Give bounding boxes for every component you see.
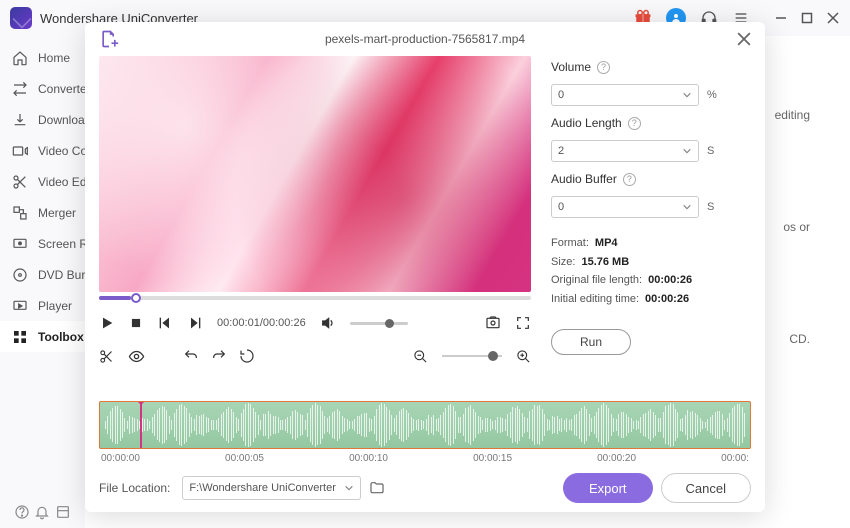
compress-icon: [12, 143, 28, 159]
modal-close-button[interactable]: [737, 32, 751, 46]
sidebar-item-converter[interactable]: Converter: [0, 73, 85, 104]
audio-buffer-label: Audio Buffer?: [551, 172, 751, 186]
sidebar-item-label: Merger: [38, 206, 76, 220]
export-button[interactable]: Export: [563, 473, 653, 503]
sidebar-item-toolbox[interactable]: Toolbox: [0, 321, 85, 352]
sidebar-item-label: Video Editor: [38, 175, 85, 189]
player-controls: 00:00:01/00:00:26: [99, 310, 531, 336]
zoom-out-button[interactable]: [413, 349, 428, 364]
modal-filename: pexels-mart-production-7565817.mp4: [325, 32, 525, 46]
video-preview[interactable]: [99, 56, 531, 292]
help-icon[interactable]: ?: [623, 173, 636, 186]
sidebar-item-label: Home: [38, 51, 70, 65]
scissors-icon: [12, 174, 28, 190]
sidebar-item-label: Converter: [38, 82, 85, 96]
sidebar-item-label: DVD Burner: [38, 268, 85, 282]
sidebar-item-home[interactable]: Home: [0, 42, 85, 73]
sidebar-item-label: Player: [38, 299, 72, 313]
volume-unit: %: [707, 89, 717, 101]
editor-modal: pexels-mart-production-7565817.mp4 00:00…: [85, 22, 765, 512]
zoom-slider[interactable]: [442, 355, 502, 357]
volume-label: Volume?: [551, 60, 751, 74]
file-location-label: File Location:: [99, 481, 170, 495]
volume-icon[interactable]: [320, 315, 336, 331]
reset-button[interactable]: [239, 348, 255, 364]
merge-icon: [12, 205, 28, 221]
record-icon: [12, 236, 28, 252]
help-icon[interactable]: [14, 504, 30, 520]
app-logo: [10, 7, 32, 29]
volume-slider[interactable]: [350, 322, 408, 325]
modal-footer: File Location: F:\Wondershare UniConvert…: [85, 464, 765, 512]
zoom-in-button[interactable]: [516, 349, 531, 364]
undo-button[interactable]: [183, 348, 199, 364]
minimize-button[interactable]: [774, 11, 788, 25]
cut-button[interactable]: [99, 349, 114, 364]
play-icon: [12, 298, 28, 314]
sidebar-item-label: Downloader: [38, 113, 85, 127]
file-info: Format:MP4 Size:15.76 MB Original file l…: [551, 234, 751, 309]
audio-length-unit: S: [707, 145, 714, 157]
disc-icon: [12, 267, 28, 283]
download-icon: [12, 112, 28, 128]
time-display: 00:00:01/00:00:26: [217, 317, 306, 329]
modal-header: pexels-mart-production-7565817.mp4: [85, 22, 765, 56]
file-location-select[interactable]: F:\Wondershare UniConverter: [182, 476, 361, 500]
sidebar-item-editor[interactable]: Video Editor: [0, 166, 85, 197]
sidebar: Home Converter Downloader Video Compress…: [0, 36, 85, 528]
audio-buffer-select[interactable]: 0: [551, 196, 699, 218]
sidebar-item-downloader[interactable]: Downloader: [0, 104, 85, 135]
play-button[interactable]: [99, 315, 115, 331]
bg-text: editing: [775, 108, 810, 122]
bell-icon[interactable]: [34, 504, 50, 520]
help-icon[interactable]: ?: [597, 61, 610, 74]
sidebar-item-recorder[interactable]: Screen Recorder: [0, 228, 85, 259]
preview-column: 00:00:01/00:00:26: [99, 56, 531, 397]
cancel-button[interactable]: Cancel: [661, 473, 751, 503]
seek-bar[interactable]: [99, 296, 531, 300]
timeline-section: 00:00:00 00:00:05 00:00:10 00:00:15 00:0…: [99, 401, 751, 464]
stop-button[interactable]: [129, 316, 143, 330]
run-button[interactable]: Run: [551, 329, 631, 355]
audio-length-select[interactable]: 2: [551, 140, 699, 162]
fullscreen-button[interactable]: [515, 315, 531, 331]
audio-length-label: Audio Length?: [551, 116, 751, 130]
sidebar-item-label: Video Compressor: [38, 144, 85, 158]
audio-buffer-unit: S: [707, 201, 714, 213]
time-ruler: 00:00:00 00:00:05 00:00:10 00:00:15 00:0…: [99, 453, 751, 464]
preview-toggle-button[interactable]: [128, 348, 145, 365]
prev-button[interactable]: [157, 315, 173, 331]
add-file-icon[interactable]: [99, 29, 119, 49]
sidebar-item-label: Toolbox: [38, 330, 84, 344]
audio-timeline[interactable]: [99, 401, 751, 449]
sidebar-item-merger[interactable]: Merger: [0, 197, 85, 228]
snapshot-button[interactable]: [485, 315, 501, 331]
home-icon: [12, 50, 28, 66]
edit-controls: [99, 344, 531, 368]
bg-text: os or: [783, 220, 810, 234]
browse-folder-button[interactable]: [369, 480, 385, 496]
settings-column: Volume? 0 % Audio Length? 2 S Audio Buff…: [551, 56, 751, 397]
sidebar-item-player[interactable]: Player: [0, 290, 85, 321]
sidebar-item-compressor[interactable]: Video Compressor: [0, 135, 85, 166]
maximize-button[interactable]: [800, 11, 814, 25]
expand-icon[interactable]: [55, 504, 71, 520]
volume-select[interactable]: 0: [551, 84, 699, 106]
redo-button[interactable]: [211, 348, 227, 364]
bg-text: CD.: [789, 332, 810, 346]
convert-icon: [12, 81, 28, 97]
next-button[interactable]: [187, 315, 203, 331]
close-button[interactable]: [826, 11, 840, 25]
sidebar-item-dvd[interactable]: DVD Burner: [0, 259, 85, 290]
playhead[interactable]: [140, 401, 142, 448]
grid-icon: [12, 329, 28, 345]
help-icon[interactable]: ?: [628, 117, 641, 130]
sidebar-item-label: Screen Recorder: [38, 237, 85, 251]
